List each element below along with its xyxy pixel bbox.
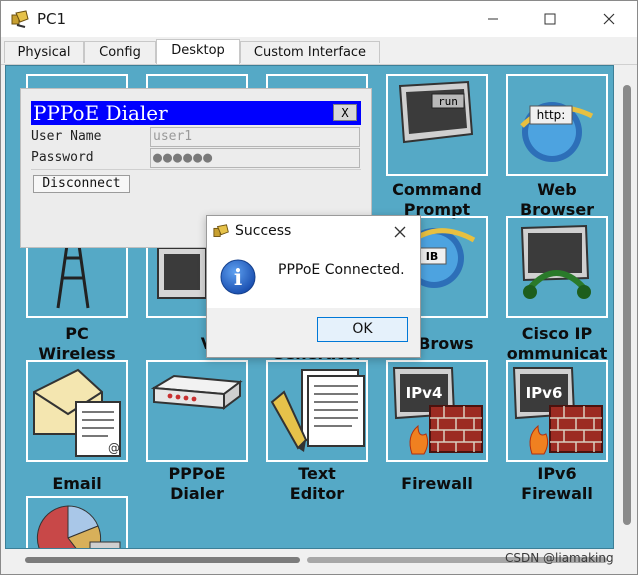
cisco-ip-communicator-tile[interactable]	[506, 216, 608, 318]
pc-wireless-label: PC Wireless	[38, 324, 116, 363]
pppoe-dialer-label: PPPoE Dialer	[168, 464, 226, 503]
command-prompt-tile[interactable]: run	[386, 74, 488, 176]
firewall-icon: IPv4	[392, 367, 483, 455]
dialer-close-button[interactable]: X	[333, 104, 357, 121]
terminal-icon: run	[398, 80, 474, 144]
close-icon	[394, 226, 406, 238]
svg-text:i: i	[234, 265, 242, 291]
pc1-window: PC1 Physical Config Desktop Custom Inter…	[0, 0, 638, 575]
dialer-divider	[31, 169, 361, 170]
tab-physical[interactable]: Physical	[4, 41, 84, 63]
svg-text:run: run	[438, 95, 458, 108]
web-browser-tile[interactable]: http:	[506, 74, 608, 176]
minimize-button[interactable]	[479, 7, 507, 31]
vertical-scrollbar[interactable]	[617, 65, 637, 549]
horizontal-scroll-thumb[interactable]	[25, 557, 300, 563]
username-label: User Name	[31, 129, 102, 144]
ok-button[interactable]: OK	[317, 317, 408, 342]
disconnect-button[interactable]: Disconnect	[33, 175, 130, 193]
close-button[interactable]	[595, 7, 623, 31]
ipv6-firewall-tile[interactable]: IPv6	[506, 360, 608, 462]
minimize-icon	[488, 18, 498, 20]
ip-communicator-icon	[520, 224, 591, 299]
packet-tracer-icon	[213, 224, 229, 237]
vertical-scroll-thumb[interactable]	[623, 85, 631, 525]
web-browser-label: Web Browser	[519, 180, 595, 219]
packet-tracer-icon	[11, 10, 29, 28]
password-row: Password ●●●●●●	[31, 148, 361, 168]
maximize-button[interactable]	[536, 7, 564, 31]
maximize-icon	[544, 13, 556, 25]
success-dialog-title-bar[interactable]: Success	[207, 216, 420, 248]
email-icon: @	[33, 368, 121, 457]
email-tile[interactable]: @	[26, 360, 128, 462]
close-icon	[603, 13, 615, 25]
text-editor-label: Text Editor	[289, 464, 345, 503]
svg-text:IB: IB	[426, 250, 438, 263]
success-dialog-close-button[interactable]	[390, 222, 410, 242]
pppoe-dialer-icon	[150, 374, 243, 410]
ipv6-firewall-label: IPv6 Firewall	[521, 464, 593, 503]
username-field[interactable]: user1	[150, 127, 360, 147]
svg-text:@: @	[108, 441, 120, 455]
watermark: CSDN @liamaking	[505, 551, 614, 565]
success-dialog-title: Success	[235, 223, 292, 239]
success-message-text: PPPoE Connected.	[278, 262, 405, 278]
window-title: PC1	[37, 10, 67, 28]
tab-config[interactable]: Config	[84, 41, 156, 63]
tab-custom-interface[interactable]: Custom Interface	[240, 41, 380, 63]
username-row: User Name user1	[31, 127, 361, 147]
svg-text:http:: http:	[537, 108, 566, 122]
svg-text:IPv4: IPv4	[406, 384, 443, 402]
chart-icon	[36, 505, 121, 548]
dialer-title: PPPoE Dialer	[33, 101, 168, 125]
success-dialog: Success i PPPoE Connected. OK	[206, 215, 421, 358]
password-label: Password	[31, 150, 94, 165]
title-bar[interactable]: PC1	[1, 1, 637, 37]
email-label: Email	[52, 474, 102, 493]
pppoe-dialer-tile[interactable]	[146, 360, 248, 462]
command-prompt-label: Command Prompt	[392, 180, 482, 219]
cisco-ip-communicator-label: Cisco IP ommunicat	[506, 324, 608, 363]
browser-icon: http:	[520, 102, 594, 162]
tab-desktop[interactable]: Desktop	[156, 39, 240, 64]
password-field[interactable]: ●●●●●●	[150, 148, 360, 168]
ipv6-firewall-icon: IPv6	[512, 367, 603, 455]
svg-text:IPv6: IPv6	[526, 384, 563, 402]
firewall-label: Firewall	[401, 474, 473, 493]
dialer-header: PPPoE Dialer X	[31, 101, 361, 125]
success-dialog-body: i PPPoE Connected.	[207, 248, 420, 308]
chart-app-tile[interactable]	[26, 496, 128, 548]
tab-bar: Physical Config Desktop Custom Interface	[1, 38, 637, 65]
text-editor-tile[interactable]	[266, 360, 368, 462]
info-icon: i	[220, 259, 256, 295]
firewall-tile[interactable]: IPv4	[386, 360, 488, 462]
text-editor-icon	[270, 369, 365, 452]
